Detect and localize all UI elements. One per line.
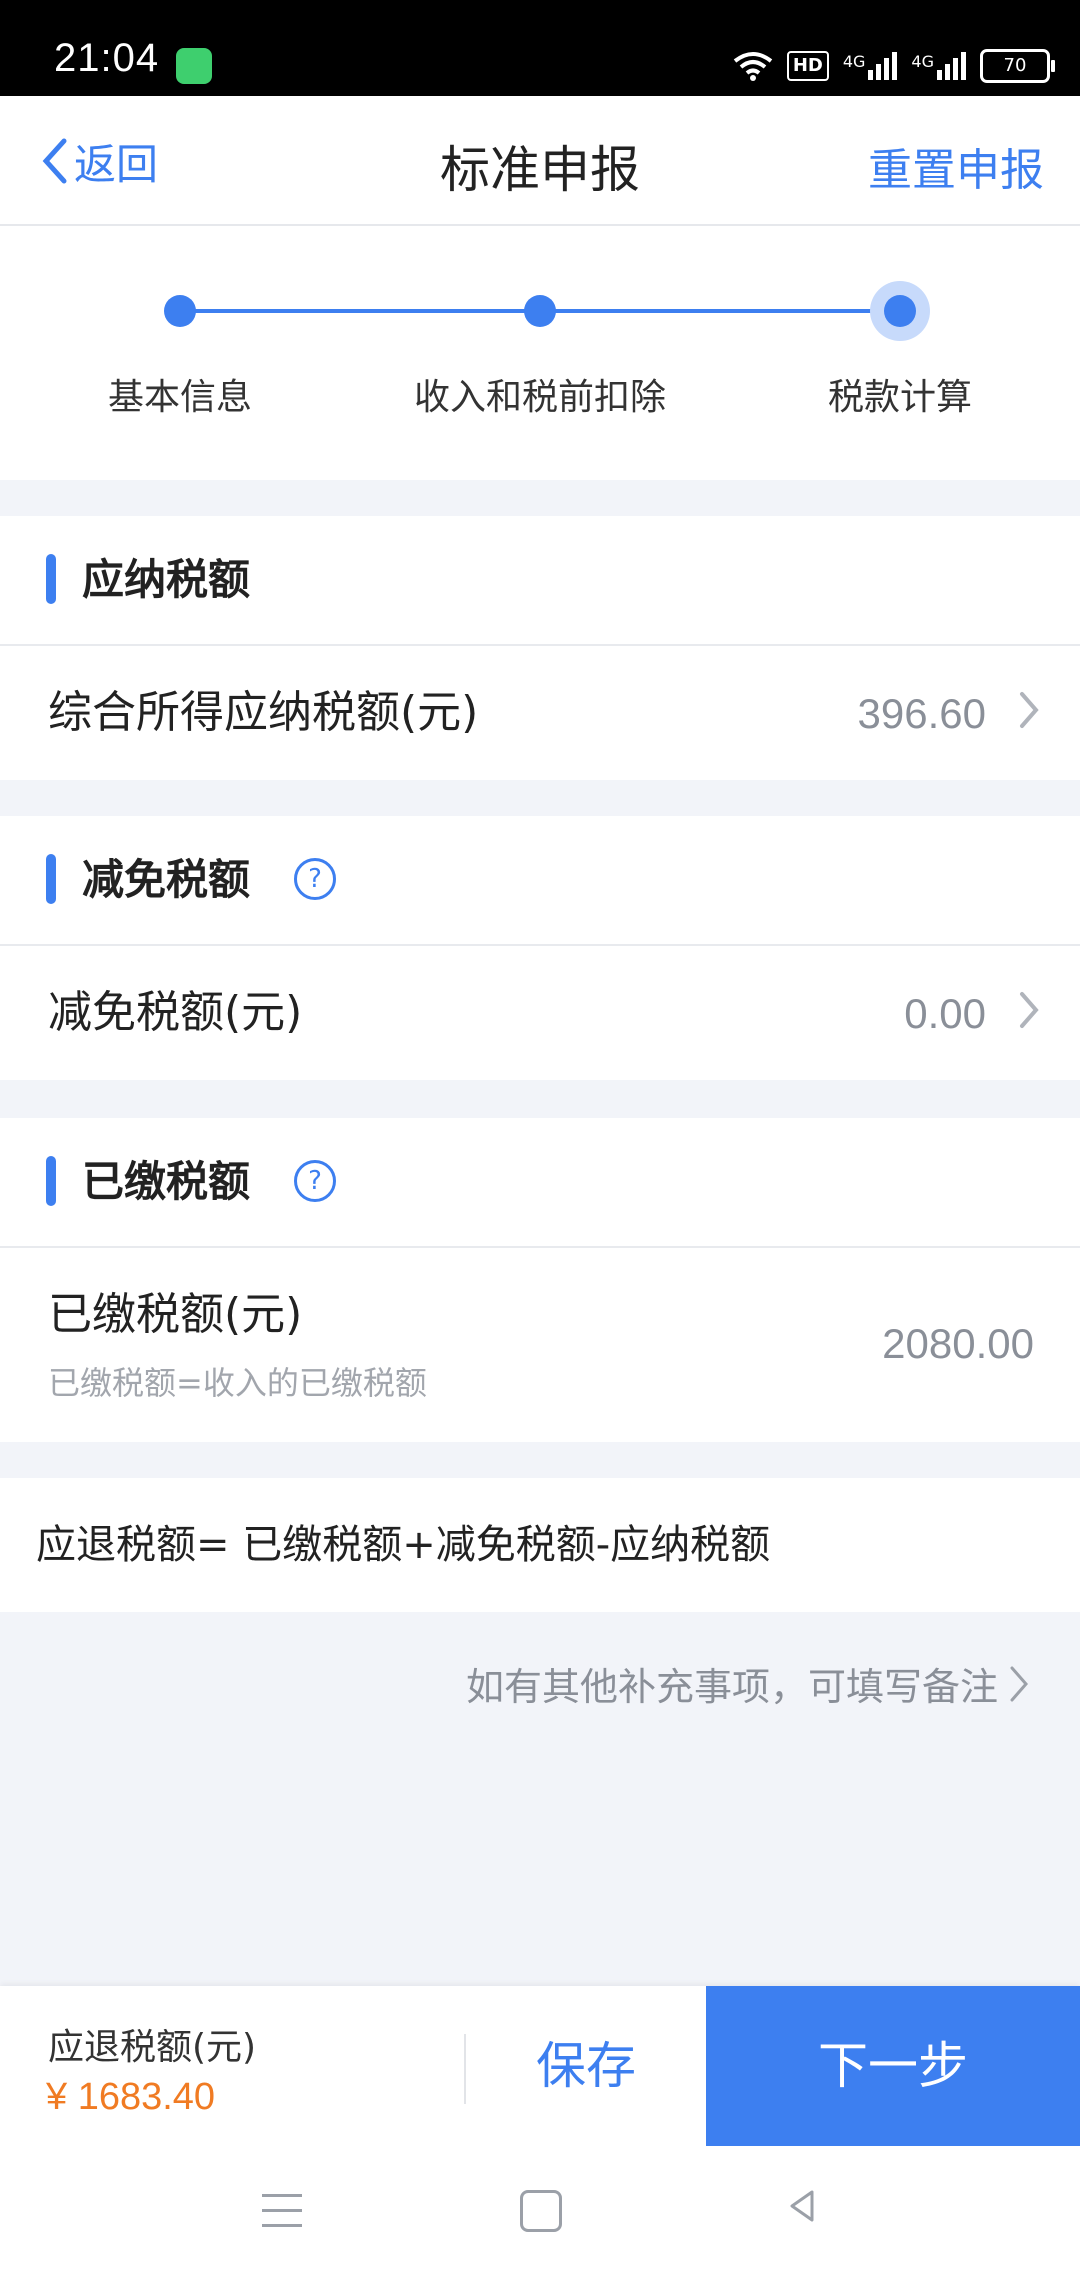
row-value-paid: 2080.00 bbox=[882, 1320, 1034, 1367]
section-header-reduction: 减免税额 ? bbox=[0, 816, 1080, 946]
home-icon[interactable] bbox=[520, 2190, 562, 2232]
save-button[interactable]: 保存 bbox=[466, 1986, 706, 2146]
help-icon[interactable]: ? bbox=[294, 858, 336, 900]
remark-link-label: 如有其他补充事项，可填写备注 bbox=[465, 1665, 998, 1709]
section-marker bbox=[46, 854, 56, 904]
row-label-payable: 综合所得应纳税额(元) bbox=[48, 687, 479, 738]
row-paid-tax: 已缴税额(元) 已缴税额=收入的已缴税额 2080.00 bbox=[0, 1248, 1080, 1442]
row-sub-paid: 已缴税额=收入的已缴税额 bbox=[48, 1364, 427, 1402]
section-title-payable: 应纳税额 bbox=[82, 555, 251, 604]
progress-stepper: 基本信息 收入和税前扣除 税款计算 bbox=[0, 226, 1080, 480]
row-reduction-tax[interactable]: 减免税额(元) 0.00 bbox=[0, 946, 1080, 1080]
step-dot-2 bbox=[524, 295, 556, 327]
row-value-reduction: 0.00 bbox=[904, 990, 986, 1037]
wifi-icon bbox=[733, 52, 773, 81]
chevron-right-icon bbox=[1010, 1666, 1028, 1701]
status-indicators: HD 4G 4G 70 bbox=[733, 48, 1055, 84]
chevron-right-icon bbox=[1018, 990, 1040, 1041]
step-dot-3-active bbox=[870, 281, 930, 341]
row-value-payable: 396.60 bbox=[857, 690, 986, 737]
reset-declaration-button[interactable]: 重置申报 bbox=[868, 134, 1044, 198]
step-label-income-deductions: 收入和税前扣除 bbox=[413, 377, 667, 418]
refund-formula-block: 应退税额= 已缴税额+减免税额-应纳税额 bbox=[0, 1478, 1080, 1612]
section-marker bbox=[46, 554, 56, 604]
signal-4g-2: 4G bbox=[911, 52, 966, 80]
refund-formula: 应退税额= 已缴税额+减免税额-应纳税额 bbox=[36, 1522, 771, 1568]
recent-apps-icon[interactable] bbox=[262, 2194, 302, 2228]
chevron-right-icon bbox=[1018, 690, 1040, 741]
navigation-bar: 返回 标准申报 重置申报 bbox=[0, 96, 1080, 226]
step-label-basic-info: 基本信息 bbox=[107, 377, 253, 418]
step-label-tax-calculation: 税款计算 bbox=[827, 377, 973, 418]
section-marker bbox=[46, 1156, 56, 1206]
section-title-paid: 已缴税额 bbox=[82, 1157, 251, 1206]
add-remark-link[interactable]: 如有其他补充事项，可填写备注 bbox=[466, 1656, 1030, 1711]
hd-badge: HD bbox=[786, 51, 829, 81]
next-step-button[interactable]: 下一步 bbox=[706, 1986, 1080, 2146]
section-title-reduction: 减免税额 bbox=[82, 855, 251, 904]
row-label-paid: 已缴税额(元) bbox=[48, 1289, 303, 1340]
step-dot-1 bbox=[164, 295, 196, 327]
status-time: 21:04 bbox=[54, 36, 160, 80]
bottom-action-bar: 应退税额(元) ¥ 1683.40 保存 下一步 bbox=[0, 1986, 1080, 2146]
help-icon[interactable]: ? bbox=[294, 1160, 336, 1202]
system-navigation-bar bbox=[0, 2146, 1080, 2280]
row-label-reduction: 减免税额(元) bbox=[48, 987, 303, 1038]
status-bar: 21:04 HD 4G 4G 70 bbox=[0, 0, 1080, 96]
refund-amount: ¥ 1683.40 bbox=[46, 2076, 216, 2118]
refund-label: 应退税额(元) bbox=[48, 2027, 257, 2068]
back-triangle-icon[interactable] bbox=[782, 2186, 822, 2226]
section-header-payable: 应纳税额 bbox=[0, 516, 1080, 646]
battery-indicator: 70 bbox=[980, 49, 1055, 83]
row-payable-tax[interactable]: 综合所得应纳税额(元) 396.60 bbox=[0, 646, 1080, 780]
section-header-paid: 已缴税额 ? bbox=[0, 1118, 1080, 1248]
notification-app-icon bbox=[176, 48, 212, 84]
signal-4g-1: 4G bbox=[843, 52, 898, 80]
